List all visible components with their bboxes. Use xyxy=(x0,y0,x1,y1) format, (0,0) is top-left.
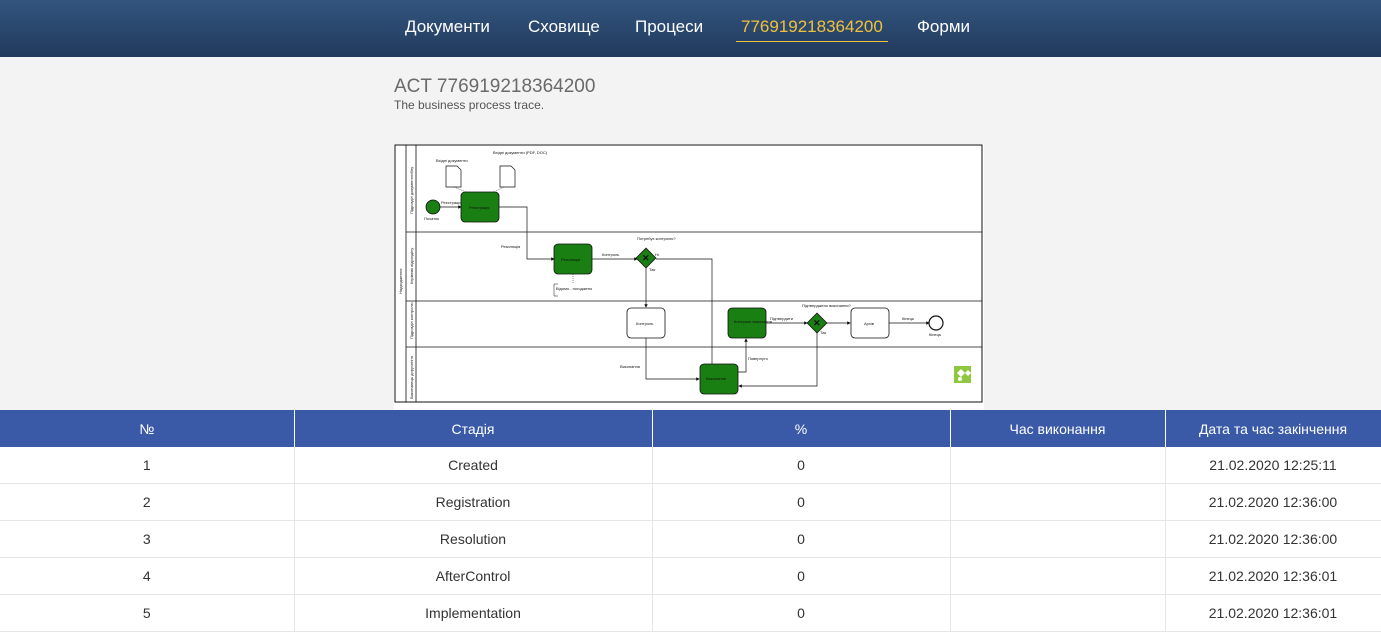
cell-stage: Implementation xyxy=(294,594,653,632)
task-resolution-label: Резолюція xyxy=(561,257,580,262)
nav-item-processes[interactable]: Процеси xyxy=(635,17,703,41)
column-header-number[interactable]: № xyxy=(0,410,295,447)
cell-percent: 0 xyxy=(652,557,951,595)
cell-number: 2 xyxy=(0,483,295,521)
table-header-row: № Стадія % Час виконання Дата та час зак… xyxy=(0,410,1381,447)
table-row: 4 AfterControl 0 21.02.2020 12:36:01 xyxy=(0,557,1381,595)
pool-frame xyxy=(394,144,983,403)
gateway-needs-control-label: Потребує контролю? xyxy=(637,236,676,241)
cell-number: 4 xyxy=(0,557,295,595)
flow-label-execute: Виконання xyxy=(620,364,640,369)
flow-label-no: Ні xyxy=(655,252,659,257)
cell-percent: 0 xyxy=(652,594,951,632)
table-row: 3 Resolution 0 21.02.2020 12:36:00 xyxy=(0,520,1381,558)
bpmn-diagram-svg: Надходження Підрозділ документообігу Кер… xyxy=(394,144,983,403)
start-event-label: Початок xyxy=(424,216,439,221)
flow-label-yes-2: Так xyxy=(820,330,826,335)
cell-stage: Registration xyxy=(294,483,653,521)
stages-table: № Стадія % Час виконання Дата та час зак… xyxy=(0,410,1381,632)
top-navigation-bar: Документи Сховище Процеси 77691921836420… xyxy=(0,0,1381,57)
document-label-files: Вхідні документи (PDF, DOC) xyxy=(493,150,548,155)
annotation-text: Відомо - погоджено xyxy=(556,286,593,291)
cell-number: 3 xyxy=(0,520,295,558)
nav-item-current-act[interactable]: 776919218364200 xyxy=(736,17,888,42)
table-row: 1 Created 0 21.02.2020 12:25:11 xyxy=(0,447,1381,484)
cell-finished: 21.02.2020 12:36:00 xyxy=(1165,483,1381,521)
lane-label-head: Керівник підрозділу xyxy=(409,248,414,284)
nav-item-storage[interactable]: Сховище xyxy=(528,17,600,41)
flow-label-yes: Так xyxy=(649,267,655,272)
end-event xyxy=(928,315,944,331)
lane-label-control: Підрозділ контролю xyxy=(409,302,414,339)
document-label-incoming: Вхідні документи xyxy=(436,158,468,163)
page-subtitle: The business process trace. xyxy=(394,98,545,112)
column-header-percent[interactable]: % xyxy=(652,410,951,447)
flow-label-resolution: Резолюція xyxy=(501,244,520,249)
flow-label-returned: Повернуто xyxy=(748,356,769,361)
table-row: 2 Registration 0 21.02.2020 12:36:00 xyxy=(0,483,1381,521)
end-event-label: Кінець xyxy=(929,332,941,337)
pool-group-label: Надходження xyxy=(398,269,403,294)
table-row: 5 Implementation 0 21.02.2020 12:36:01 xyxy=(0,594,1381,632)
lane-label-executor: Виконавець доручення xyxy=(409,356,414,399)
process-trace-diagram: Надходження Підрозділ документообігу Кер… xyxy=(394,144,984,410)
task-control-label: Контроль xyxy=(636,321,653,326)
cell-number: 1 xyxy=(0,447,295,484)
svg-text:✕: ✕ xyxy=(813,318,821,328)
cell-duration xyxy=(950,557,1166,595)
column-header-duration[interactable]: Час виконання xyxy=(950,410,1166,447)
flow-label-registered: Реєстрація xyxy=(441,200,461,205)
cell-percent: 0 xyxy=(652,483,951,521)
cell-percent: 0 xyxy=(652,520,951,558)
cell-finished: 21.02.2020 12:36:01 xyxy=(1165,557,1381,595)
cell-duration xyxy=(950,447,1166,484)
flow-label-confirm: Підтвердити xyxy=(770,316,793,321)
task-execution-label: Виконання xyxy=(706,376,726,381)
cell-percent: 0 xyxy=(652,447,951,484)
task-registration-label: Реєстрація xyxy=(469,205,489,210)
cell-finished: 21.02.2020 12:36:01 xyxy=(1165,594,1381,632)
flow-label-end: Кінець xyxy=(902,316,914,321)
cell-finished: 21.02.2020 12:36:00 xyxy=(1165,520,1381,558)
document-icon xyxy=(499,165,516,188)
nav-item-documents[interactable]: Документи xyxy=(405,17,490,41)
cell-stage: AfterControl xyxy=(294,557,653,595)
bpmn-logo-icon xyxy=(954,366,971,383)
cell-duration xyxy=(950,520,1166,558)
svg-text:✕: ✕ xyxy=(642,253,650,263)
cell-number: 5 xyxy=(0,594,295,632)
cell-finished: 21.02.2020 12:25:11 xyxy=(1165,447,1381,484)
cell-stage: Created xyxy=(294,447,653,484)
flow-label-control: Контроль xyxy=(602,252,619,257)
start-event xyxy=(425,199,441,215)
cell-duration xyxy=(950,483,1166,521)
lane-label-docflow: Підрозділ документообігу xyxy=(409,167,414,214)
gateway-confirmed-label: Підтверджено виконання? xyxy=(802,303,852,308)
cell-duration xyxy=(950,594,1166,632)
column-header-finished[interactable]: Дата та час закінчення xyxy=(1165,410,1381,447)
document-icon xyxy=(445,165,462,188)
cell-stage: Resolution xyxy=(294,520,653,558)
column-header-stage[interactable]: Стадія xyxy=(294,410,653,447)
page-title: ACT 776919218364200 xyxy=(394,76,596,97)
nav-item-forms[interactable]: Форми xyxy=(917,17,970,41)
task-archive-label: Архів xyxy=(864,321,874,326)
